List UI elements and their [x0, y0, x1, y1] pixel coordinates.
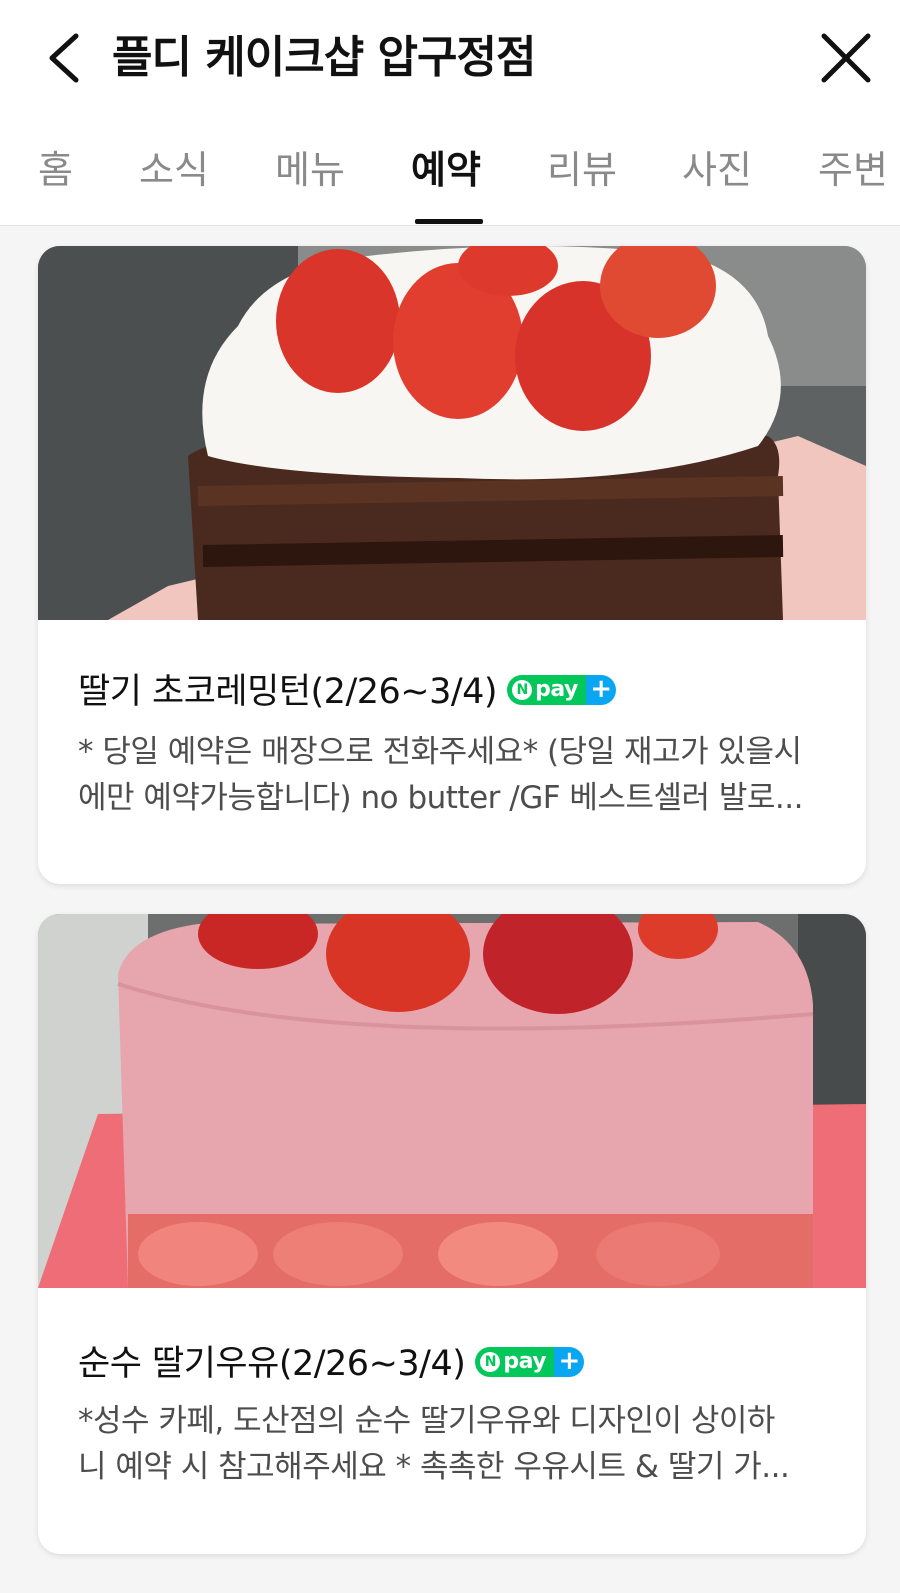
description-line: *성수 카페, 도산점의 순수 딸기우유와 디자인이 상이하	[78, 1403, 775, 1439]
product-photo	[38, 914, 866, 1288]
tab-reservation[interactable]: 예약	[411, 140, 481, 200]
tab-bar: 홈 소식 메뉴 예약 리뷰 사진 주변	[0, 140, 900, 226]
item-title: 순수 딸기우유(2/26~3/4) Npay +	[78, 1336, 585, 1392]
active-tab-indicator	[415, 219, 483, 224]
tab-photos[interactable]: 사진	[682, 140, 752, 200]
reservation-item-card[interactable]: 딸기 초코레밍턴(2/26~3/4) Npay + * 당일 예약은 매장으로 전화…	[38, 246, 866, 884]
reservation-item-card[interactable]: 순수 딸기우유(2/26~3/4) Npay + *성수 카페, 도산점의 순수 딸…	[38, 914, 866, 1554]
tab-menu[interactable]: 메뉴	[275, 140, 345, 200]
close-button[interactable]	[818, 30, 874, 86]
npay-badge-main: Npay	[507, 675, 586, 705]
plus-icon: +	[554, 1347, 585, 1377]
item-title-text: 딸기 초코레밍턴(2/26~3/4)	[78, 672, 498, 712]
chevron-left-icon	[49, 33, 79, 83]
naver-n-icon: N	[512, 680, 533, 700]
npay-badge: Npay +	[475, 1347, 585, 1377]
tab-news[interactable]: 소식	[139, 140, 209, 200]
back-button[interactable]	[38, 28, 98, 88]
tab-reviews[interactable]: 리뷰	[547, 140, 617, 200]
item-title-text: 순수 딸기우유(2/26~3/4)	[78, 1344, 466, 1384]
item-description: * 당일 예약은 매장으로 전화주세요* (당일 재고가 있을시 에만 예약가능…	[78, 729, 838, 821]
close-icon	[821, 33, 871, 83]
naver-n-icon: N	[480, 1352, 501, 1372]
description-line: 니 예약 시 참고해주세요 * 촉촉한 우유시트 & 딸기 가...	[78, 1449, 790, 1485]
description-line: * 당일 예약은 매장으로 전화주세요* (당일 재고가 있을시	[78, 734, 802, 770]
product-photo	[38, 246, 866, 620]
npay-badge-main: Npay	[475, 1347, 555, 1377]
top-app-bar: 플디 케이크샵 압구정점 홈 소식 메뉴 예약 리뷰 사진 주변	[0, 0, 900, 226]
tab-nearby[interactable]: 주변	[818, 140, 888, 200]
page-title: 플디 케이크샵 압구정점	[112, 32, 536, 83]
item-title: 딸기 초코레밍턴(2/26~3/4) Npay +	[78, 664, 616, 720]
tab-home[interactable]: 홈	[38, 140, 73, 200]
npay-badge: Npay +	[507, 675, 616, 705]
npay-label: pay	[535, 677, 578, 702]
item-description: *성수 카페, 도산점의 순수 딸기우유와 디자인이 상이하 니 예약 시 참고…	[78, 1398, 838, 1490]
npay-label: pay	[503, 1349, 547, 1374]
plus-icon: +	[585, 675, 616, 705]
description-line: 에만 예약가능합니다) no butter /GF 베스트셀러 발로...	[78, 780, 803, 816]
